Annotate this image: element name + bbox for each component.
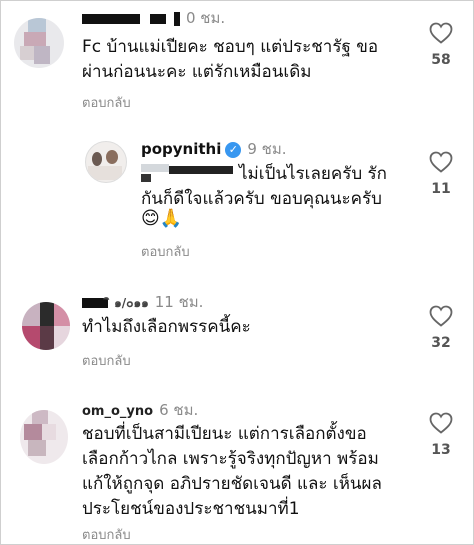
like-count: 11 bbox=[431, 181, 451, 197]
heart-icon bbox=[429, 412, 453, 434]
comment-time: 6 ชม. bbox=[159, 401, 199, 419]
comment-username[interactable]: om_o_yno 6 ชม. bbox=[82, 398, 198, 422]
comment-username[interactable]: popynithi ✓ 9 ชม. bbox=[141, 137, 287, 161]
reply-button[interactable]: ตอบกลับ bbox=[82, 350, 131, 371]
avatar[interactable] bbox=[20, 410, 68, 464]
comment-time: 11 ชม. bbox=[154, 293, 204, 311]
comment-username[interactable]: ิ ๑/๐๑๑ 11 ชม. bbox=[82, 290, 203, 314]
heart-icon bbox=[429, 22, 453, 44]
like-count: 32 bbox=[431, 335, 451, 351]
like-button[interactable]: 13 bbox=[421, 412, 461, 458]
verified-badge-icon: ✓ bbox=[225, 141, 242, 158]
comment-time: 9 ชม. bbox=[247, 140, 287, 158]
like-button[interactable]: 11 bbox=[421, 151, 461, 197]
avatar[interactable] bbox=[22, 302, 70, 350]
username-text: popynithi bbox=[141, 140, 222, 158]
avatar[interactable] bbox=[14, 18, 64, 68]
avatar[interactable] bbox=[85, 141, 127, 183]
comment-text: Fc บ้านแม่เปียคะ ชอบๆ แต่ประชารัฐ ขอ ผ่า… bbox=[82, 37, 379, 82]
username-partial: om_o_yno bbox=[82, 404, 154, 419]
reply-button[interactable]: ตอบกลับ bbox=[82, 92, 131, 113]
like-count: 13 bbox=[431, 442, 451, 458]
like-button[interactable]: 58 bbox=[421, 22, 461, 68]
comment-emojis: 😊🙏 bbox=[141, 208, 183, 229]
comment-text: ทำไมถึงเลือกพรรคนี้คะ bbox=[82, 317, 251, 337]
comment-text: ไม่เป็นไรเลยครับ รัก กันก็ดีใจแล้วครับ ข… bbox=[141, 164, 387, 209]
heart-icon bbox=[429, 305, 453, 327]
reply-button[interactable]: ตอบกลับ bbox=[141, 241, 190, 262]
heart-icon bbox=[429, 151, 453, 173]
like-count: 58 bbox=[431, 52, 451, 68]
comment-time: 0 ชม. bbox=[186, 9, 226, 27]
comment-username[interactable]: 0 ชม. bbox=[82, 6, 225, 30]
like-button[interactable]: 32 bbox=[421, 305, 461, 351]
reply-button[interactable]: ตอบกลับ bbox=[82, 524, 131, 545]
comment-text: ชอบที่เป็นสามีเปียนะ แต่การเลือกตั้งขอ เ… bbox=[82, 424, 382, 519]
